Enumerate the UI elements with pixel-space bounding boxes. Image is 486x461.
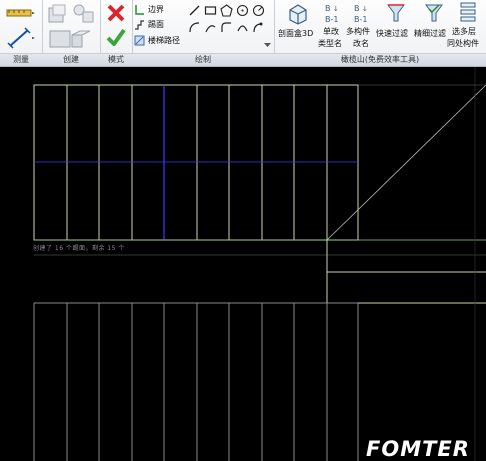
stair-path-icon (134, 35, 145, 46)
spline-icon[interactable] (204, 21, 217, 34)
create-group-icon[interactable] (72, 3, 96, 25)
quick-filter-icon (387, 4, 405, 22)
create-similar-icon[interactable] (46, 27, 96, 51)
boundary-icon (135, 5, 144, 15)
svg-text:B: B (354, 4, 360, 13)
mode-panel-title: 模式 (100, 53, 132, 66)
finish-edit-icon[interactable] (106, 28, 126, 46)
fine-filter-label: 精细过滤 (414, 29, 446, 38)
rectangle-icon[interactable] (204, 4, 217, 17)
riser-icon (135, 20, 144, 30)
stair-sketch (33, 67, 486, 461)
mode-panel: 模式 (100, 0, 133, 66)
svg-text:↓: ↓ (333, 5, 339, 13)
section-box-3d-label: 剖面盒3D (278, 29, 314, 38)
fillet-icon[interactable] (220, 21, 233, 34)
upper-run-outline (33, 84, 359, 241)
dimension-icon[interactable] (6, 4, 36, 22)
ribbon: 测量 创建 模式 边界 踢面 楼梯路径 绘制 剖面盒3D B ↓ B-1 单改 … (0, 0, 486, 67)
single-change-type-name-button[interactable]: B ↓ B-1 单改 类型名 (318, 2, 348, 52)
tangent-arc-icon[interactable] (252, 4, 265, 17)
create-panel-title: 创建 (42, 53, 100, 66)
create-panel: 创建 (42, 0, 101, 66)
riser-label: 踢面 (148, 20, 164, 29)
multi-floor-select-icon (460, 2, 476, 22)
multi-floor-line1: 选多层 (452, 27, 476, 36)
single-change-line2: 类型名 (318, 39, 342, 48)
measure-panel-title: 测量 (0, 53, 42, 66)
pick-line-icon[interactable] (252, 21, 265, 34)
diagonal-guide (326, 84, 486, 241)
ellipse-arc-icon[interactable] (236, 21, 249, 34)
draw-panel: 边界 踢面 楼梯路径 绘制 (132, 0, 275, 66)
svg-text:↓: ↓ (362, 5, 368, 13)
measure-panel: 测量 (0, 0, 43, 66)
svg-text:B-1: B-1 (325, 15, 338, 24)
multi-component-rename-button[interactable]: B ↓ B-1 多构件 改名 (346, 2, 378, 52)
quick-filter-label: 快速过滤 (376, 29, 408, 38)
create-part-icon[interactable] (46, 3, 68, 25)
section-box-icon (289, 4, 307, 25)
multi-floor-select-button[interactable]: 选多层 同处构件 (447, 2, 486, 52)
line-icon[interactable] (188, 4, 201, 17)
fine-filter-icon (425, 4, 443, 22)
draw-options-dropdown-icon[interactable] (263, 40, 272, 49)
riser-tool[interactable]: 踢面 (134, 18, 186, 31)
multi-change-line2: 改名 (353, 39, 369, 48)
circle-icon[interactable] (236, 4, 249, 17)
polygon-icon[interactable] (220, 4, 233, 17)
upper-risers (66, 85, 328, 240)
riser-count-status: 创建了 16 个踢面，剩余 15 个 (33, 245, 125, 252)
type-rename-icon: B ↓ B-1 (325, 4, 339, 24)
drawing-canvas[interactable] (0, 67, 486, 461)
section-box-3d-button[interactable]: 剖面盒3D (278, 2, 318, 52)
multi-rename-icon: B ↓ B-1 (354, 4, 368, 24)
boundary-label: 边界 (148, 5, 164, 14)
stair-path-label: 楼梯路径 (148, 36, 180, 45)
boundary-tool[interactable]: 边界 (134, 3, 186, 16)
addon-panel-title: 橄榄山(免费效率工具) (274, 53, 486, 66)
draw-panel-title: 绘制 (132, 53, 274, 66)
multi-floor-line2: 同处构件 (447, 39, 479, 48)
cancel-edit-icon[interactable] (107, 4, 125, 22)
stair-path-tool[interactable]: 楼梯路径 (134, 34, 190, 47)
arc-icon[interactable] (188, 21, 201, 34)
single-change-line1: 单改 (323, 27, 339, 36)
svg-text:B-1: B-1 (354, 15, 367, 24)
measure-icon[interactable] (6, 27, 36, 49)
multi-change-line1: 多构件 (346, 27, 370, 36)
lower-risers (33, 303, 359, 461)
svg-text:B: B (325, 4, 331, 13)
watermark-logo: FOMTER (366, 437, 470, 461)
quick-filter-button[interactable]: 快速过滤 (376, 2, 414, 52)
addon-panel: 剖面盒3D B ↓ B-1 单改 类型名 B ↓ B-1 多构件 改名 快速过滤… (274, 0, 486, 66)
